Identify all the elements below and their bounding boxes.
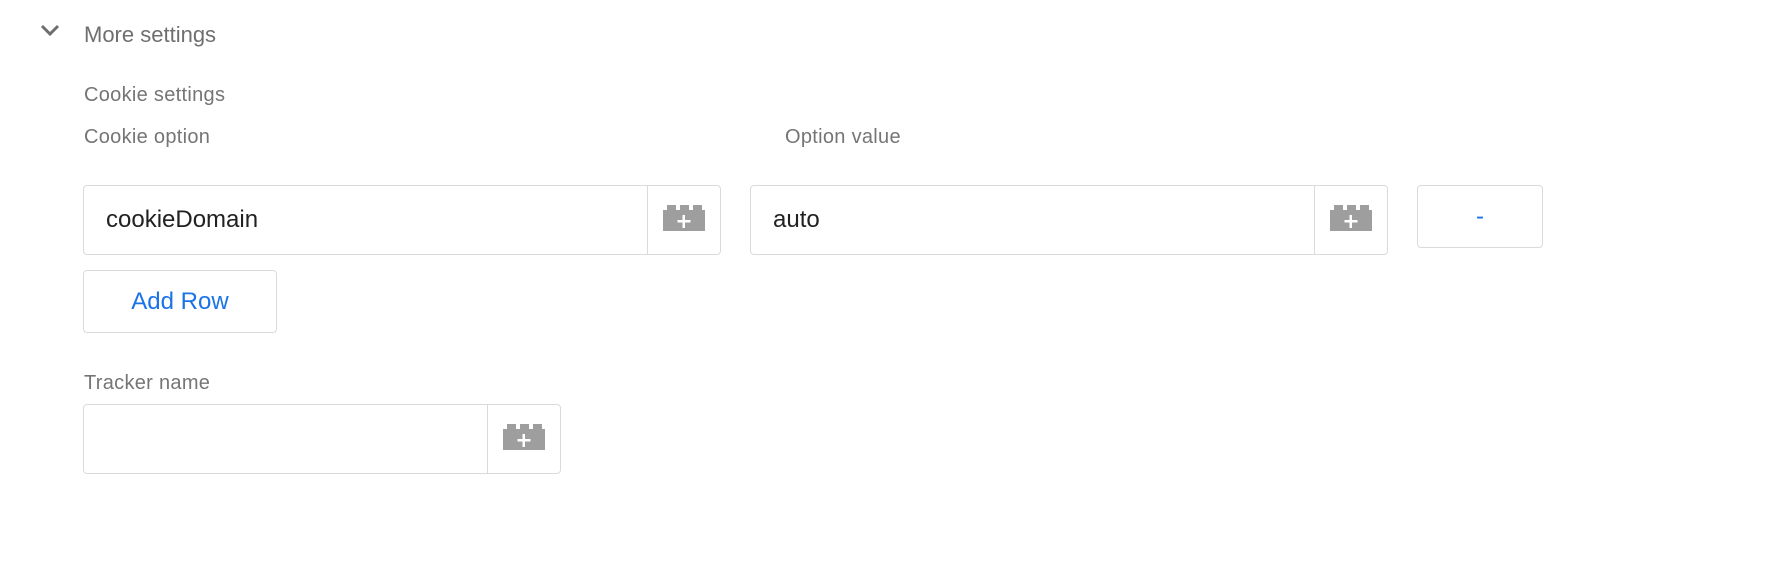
variable-brick-icon <box>503 423 545 455</box>
remove-row-button[interactable]: - <box>1417 185 1543 248</box>
tracker-name-input[interactable] <box>84 405 487 473</box>
option-value-input[interactable]: auto <box>751 186 1314 254</box>
insert-variable-button[interactable] <box>647 186 720 254</box>
add-row-button[interactable]: Add Row <box>83 270 277 333</box>
more-settings-panel: More settings Cookie settings Cookie opt… <box>0 0 1778 568</box>
chevron-down-icon <box>38 18 62 42</box>
variable-brick-icon <box>1330 204 1372 236</box>
cookie-option-column-label: Cookie option <box>84 126 211 148</box>
variable-brick-icon <box>663 204 705 236</box>
cookie-option-input[interactable]: cookieDomain <box>84 186 647 254</box>
more-settings-toggle[interactable] <box>38 18 62 42</box>
section-title: More settings <box>84 22 217 47</box>
cookie-settings-heading: Cookie settings <box>84 84 226 106</box>
insert-variable-button[interactable] <box>1314 186 1387 254</box>
tracker-name-field[interactable] <box>83 404 561 474</box>
option-value-field[interactable]: auto <box>750 185 1388 255</box>
tracker-name-label: Tracker name <box>84 372 211 394</box>
insert-variable-button[interactable] <box>487 405 560 473</box>
option-value-column-label: Option value <box>785 126 901 148</box>
cookie-option-field[interactable]: cookieDomain <box>83 185 721 255</box>
